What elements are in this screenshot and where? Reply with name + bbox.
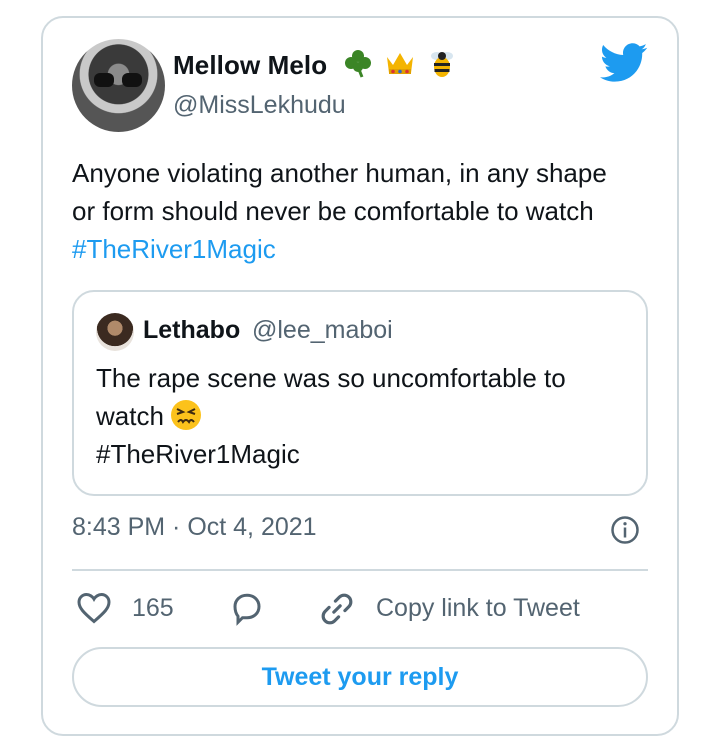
quoted-text-line: The rape scene was so uncomfortable to — [96, 363, 566, 393]
quoted-author-avatar[interactable] — [96, 313, 134, 351]
info-icon[interactable] — [610, 515, 640, 545]
quoted-text: The rape scene was so uncomfortable to w… — [96, 359, 636, 473]
tweet-timestamp[interactable]: 8:43 PM · Oct 4, 2021 — [72, 513, 317, 542]
bee-emoji — [426, 47, 458, 79]
shamrock-emoji — [342, 47, 374, 79]
link-icon[interactable] — [318, 590, 356, 628]
author-emojis — [342, 47, 458, 79]
quoted-text-line: watch — [96, 401, 164, 431]
tired-face-emoji — [170, 400, 201, 430]
tweet-reply-button[interactable]: Tweet your reply — [72, 647, 648, 707]
tweet-text: Anyone violating another human, in any s… — [72, 154, 662, 268]
tweet-text-line: or form should never be comfortable to w… — [72, 196, 594, 226]
author-handle[interactable]: @MissLekhudu — [173, 91, 346, 120]
quoted-hashtag[interactable]: #TheRiver1Magic — [96, 435, 636, 473]
crown-emoji — [384, 47, 416, 79]
reply-icon[interactable] — [228, 590, 266, 626]
like-count[interactable]: 165 — [132, 594, 174, 623]
heart-icon[interactable] — [76, 590, 112, 626]
hashtag-link[interactable]: #TheRiver1Magic — [72, 230, 662, 268]
author-avatar[interactable] — [72, 39, 165, 132]
quoted-author-name[interactable]: Lethabo — [143, 316, 240, 345]
quoted-text-line-2: watch — [96, 397, 636, 435]
quoted-author-handle[interactable]: @lee_maboi — [252, 316, 393, 345]
author-name[interactable]: Mellow Melo — [173, 50, 327, 81]
twitter-bird-icon[interactable] — [600, 43, 648, 83]
divider — [72, 569, 648, 571]
copy-link-button[interactable]: Copy link to Tweet — [376, 594, 580, 623]
tweet-text-line: Anyone violating another human, in any s… — [72, 158, 607, 188]
